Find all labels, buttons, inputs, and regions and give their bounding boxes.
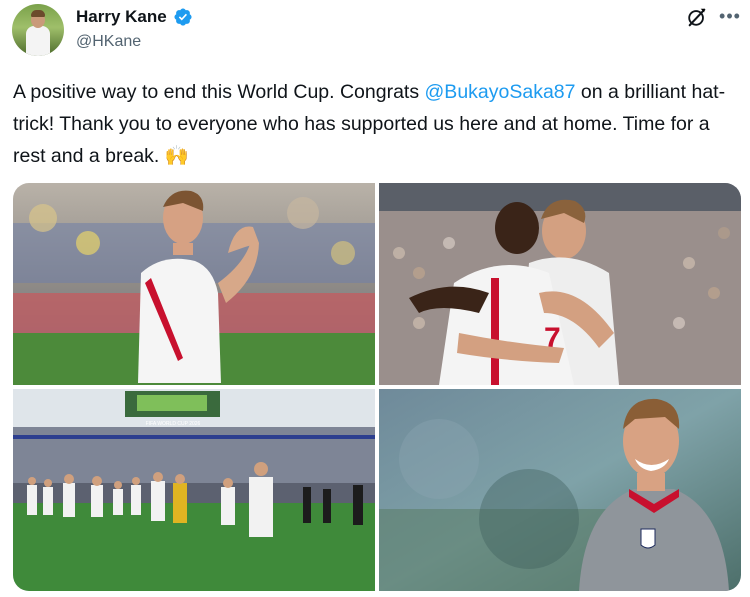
author-handle[interactable]: @HKane (76, 33, 141, 51)
photo-kane-applauding[interactable] (13, 183, 375, 385)
photo-kane-smiling[interactable] (379, 389, 741, 591)
tweet-text: A positive way to end this World Cup. Co… (13, 76, 741, 172)
media-grid: 7 FIFA WORLD CUP 2026 (13, 183, 741, 591)
photo-team-stadium[interactable]: FIFA WORLD CUP 2026 (13, 389, 375, 591)
avatar[interactable] (12, 4, 64, 56)
tweet-text-part: A positive way to end this World Cup. Co… (13, 81, 425, 103)
author-display-name[interactable]: Harry Kane (76, 7, 167, 27)
mention-link[interactable]: @BukayoSaka87 (425, 81, 576, 103)
stadium-screen-text: FIFA WORLD CUP 2026 (146, 421, 201, 427)
photo-kane-hugging-saka[interactable]: 7 (379, 183, 741, 385)
raising-hands-emoji: 🙌 (164, 145, 190, 167)
grok-icon[interactable] (686, 6, 708, 28)
verified-badge-icon (174, 8, 192, 26)
author-name-row: Harry Kane (76, 7, 193, 27)
more-options-icon[interactable]: ••• (718, 4, 742, 28)
